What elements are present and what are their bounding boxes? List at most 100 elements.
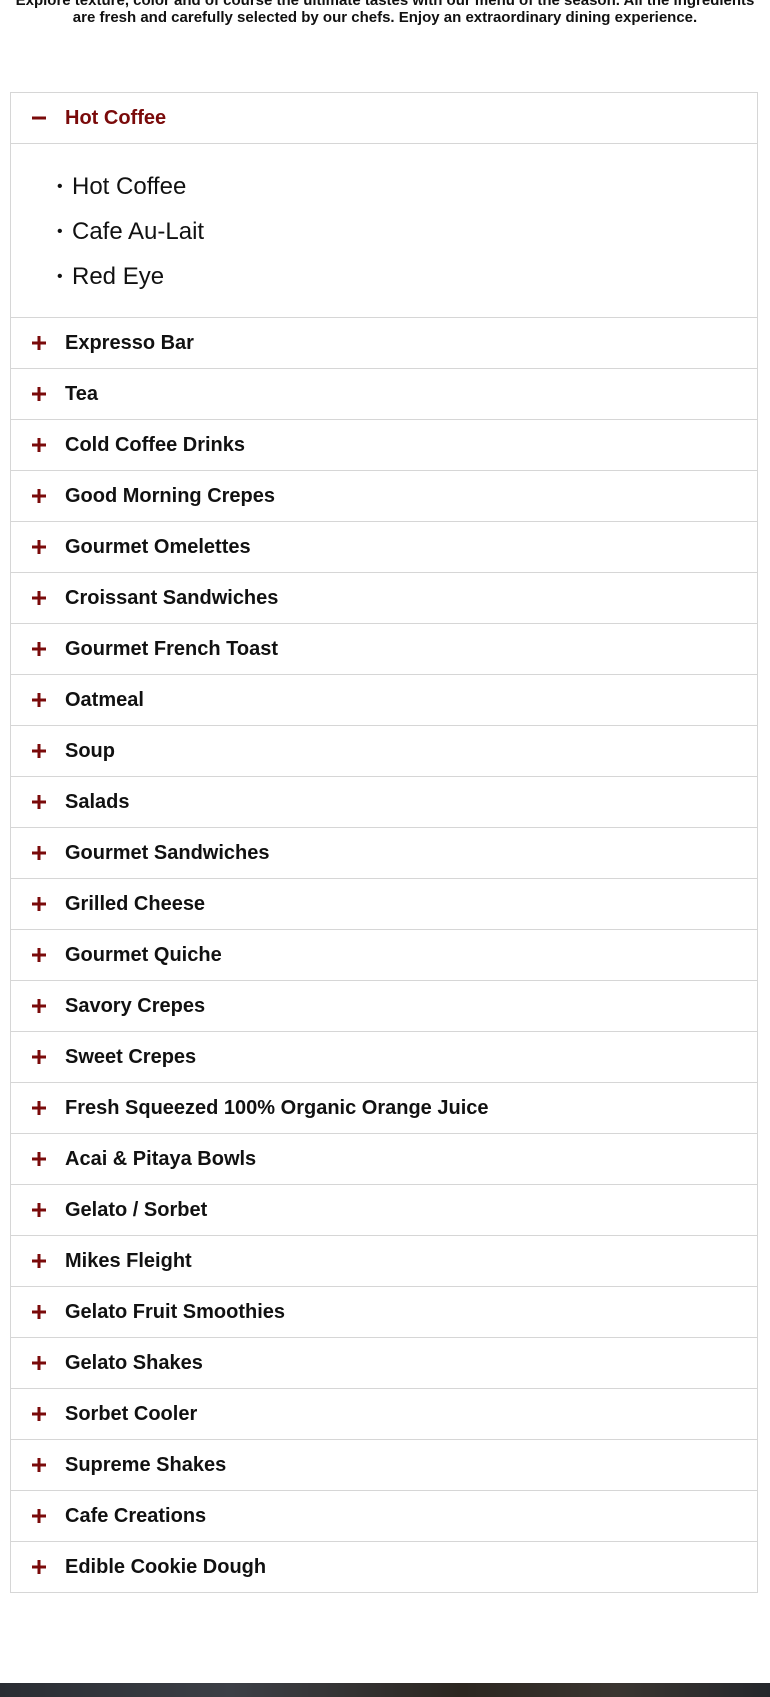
menu-accordion: Hot Coffee • Hot Coffee • Cafe Au-Lait • Re… <box>10 92 758 1593</box>
accordion-section-gourmet-sandwiches: Gourmet Sandwiches <box>11 827 757 878</box>
accordion-section-gelato-fruit-smoothies: Gelato Fruit Smoothies <box>11 1286 757 1337</box>
accordion-header-acai-pitaya-bowls[interactable]: Acai & Pitaya Bowls <box>11 1134 757 1184</box>
accordion-title: Fresh Squeezed 100% Organic Orange Juice <box>65 1096 489 1119</box>
accordion-header-salads[interactable]: Salads <box>11 777 757 827</box>
bullet-icon: • <box>57 223 63 240</box>
plus-icon <box>29 996 49 1016</box>
menu-item: • Red Eye <box>57 254 757 299</box>
accordion-section-expresso-bar: Expresso Bar <box>11 317 757 368</box>
accordion-title: Soup <box>65 739 115 762</box>
intro-line-2: are fresh and carefully selected by our … <box>72 9 698 26</box>
accordion-section-salads: Salads <box>11 776 757 827</box>
accordion-header-mikes-fleight[interactable]: Mikes Fleight <box>11 1236 757 1286</box>
accordion-title: Mikes Fleight <box>65 1249 192 1272</box>
accordion-header-cold-coffee-drinks[interactable]: Cold Coffee Drinks <box>11 420 757 470</box>
menu-item-label: Hot Coffee <box>72 173 187 200</box>
minus-icon <box>29 108 49 128</box>
accordion-title: Cold Coffee Drinks <box>65 433 246 456</box>
accordion-header-gelato-fruit-smoothies[interactable]: Gelato Fruit Smoothies <box>11 1287 757 1337</box>
accordion-header-grilled-cheese[interactable]: Grilled Cheese <box>11 879 757 929</box>
accordion-header-cafe-creations[interactable]: Cafe Creations <box>11 1491 757 1541</box>
accordion-title: Gourmet Omelettes <box>65 535 251 558</box>
accordion-header-sorbet-cooler[interactable]: Sorbet Cooler <box>11 1389 757 1439</box>
accordion-header-edible-cookie-dough[interactable]: Edible Cookie Dough <box>11 1542 757 1592</box>
accordion-title: Salads <box>65 790 130 813</box>
accordion-section-fresh-squeezed-100-organic-orange-juice: Fresh Squeezed 100% Organic Orange Juice <box>11 1082 757 1133</box>
accordion-title: Acai & Pitaya Bowls <box>65 1147 257 1170</box>
plus-icon <box>29 1404 49 1424</box>
plus-icon <box>29 894 49 914</box>
plus-icon <box>29 1047 49 1067</box>
plus-icon <box>29 1506 49 1526</box>
accordion-section-sorbet-cooler: Sorbet Cooler <box>11 1388 757 1439</box>
accordion-title: Gourmet Sandwiches <box>65 841 270 864</box>
accordion-header-savory-crepes[interactable]: Savory Crepes <box>11 981 757 1031</box>
plus-icon <box>29 1557 49 1577</box>
plus-icon <box>29 486 49 506</box>
accordion-section-gourmet-quiche: Gourmet Quiche <box>11 929 757 980</box>
accordion-header-tea[interactable]: Tea <box>11 369 757 419</box>
menu-item: • Hot Coffee <box>57 164 757 209</box>
accordion-title: Gourmet French Toast <box>65 637 278 660</box>
plus-icon <box>29 1149 49 1169</box>
accordion-title: Gourmet Quiche <box>65 943 222 966</box>
accordion-title: Good Morning Crepes <box>65 484 275 507</box>
plus-icon <box>29 333 49 353</box>
plus-icon <box>29 588 49 608</box>
plus-icon <box>29 945 49 965</box>
accordion-section-grilled-cheese: Grilled Cheese <box>11 878 757 929</box>
accordion-section-good-morning-crepes: Good Morning Crepes <box>11 470 757 521</box>
plus-icon <box>29 792 49 812</box>
accordion-header-croissant-sandwiches[interactable]: Croissant Sandwiches <box>11 573 757 623</box>
accordion-title: Savory Crepes <box>65 994 206 1017</box>
accordion-section-gourmet-french-toast: Gourmet French Toast <box>11 623 757 674</box>
accordion-section-savory-crepes: Savory Crepes <box>11 980 757 1031</box>
accordion-header-fresh-squeezed-100-organic-orange-juice[interactable]: Fresh Squeezed 100% Organic Orange Juice <box>11 1083 757 1133</box>
accordion-header-gelato-shakes[interactable]: Gelato Shakes <box>11 1338 757 1388</box>
accordion-header-supreme-shakes[interactable]: Supreme Shakes <box>11 1440 757 1490</box>
accordion-section-mikes-fleight: Mikes Fleight <box>11 1235 757 1286</box>
accordion-section-tea: Tea <box>11 368 757 419</box>
menu-item-list: • Hot Coffee • Cafe Au-Lait • Red Eye <box>11 164 757 299</box>
accordion-section-gelato-shakes: Gelato Shakes <box>11 1337 757 1388</box>
accordion-header-hot-coffee[interactable]: Hot Coffee <box>11 93 757 143</box>
accordion-header-sweet-crepes[interactable]: Sweet Crepes <box>11 1032 757 1082</box>
bullet-icon: • <box>57 178 63 195</box>
accordion-title: Croissant Sandwiches <box>65 586 279 609</box>
plus-icon <box>29 537 49 557</box>
accordion-title: Sorbet Cooler <box>65 1402 198 1425</box>
accordion-header-gelato-sorbet[interactable]: Gelato / Sorbet <box>11 1185 757 1235</box>
accordion-header-soup[interactable]: Soup <box>11 726 757 776</box>
plus-icon <box>29 384 49 404</box>
accordion-header-gourmet-sandwiches[interactable]: Gourmet Sandwiches <box>11 828 757 878</box>
accordion-title: Supreme Shakes <box>65 1453 227 1476</box>
accordion-section-acai-pitaya-bowls: Acai & Pitaya Bowls <box>11 1133 757 1184</box>
plus-icon <box>29 690 49 710</box>
plus-icon <box>29 435 49 455</box>
accordion-section-soup: Soup <box>11 725 757 776</box>
accordion-section-supreme-shakes: Supreme Shakes <box>11 1439 757 1490</box>
accordion-section-gelato-sorbet: Gelato / Sorbet <box>11 1184 757 1235</box>
footer-image-strip <box>0 1683 770 1697</box>
accordion-section-oatmeal: Oatmeal <box>11 674 757 725</box>
plus-icon <box>29 1455 49 1475</box>
accordion-header-gourmet-french-toast[interactable]: Gourmet French Toast <box>11 624 757 674</box>
accordion-section-cold-coffee-drinks: Cold Coffee Drinks <box>11 419 757 470</box>
accordion-section-sweet-crepes: Sweet Crepes <box>11 1031 757 1082</box>
intro-line-1: Explore texture, color and of course the… <box>15 0 755 9</box>
accordion-header-expresso-bar[interactable]: Expresso Bar <box>11 318 757 368</box>
accordion-title: Gelato / Sorbet <box>65 1198 208 1221</box>
accordion-panel-hot-coffee: • Hot Coffee • Cafe Au-Lait • Red Eye <box>11 143 757 317</box>
accordion-header-oatmeal[interactable]: Oatmeal <box>11 675 757 725</box>
accordion-section-edible-cookie-dough: Edible Cookie Dough <box>11 1541 757 1592</box>
menu-item-label: Red Eye <box>72 263 165 290</box>
accordion-section-cafe-creations: Cafe Creations <box>11 1490 757 1541</box>
accordion-header-good-morning-crepes[interactable]: Good Morning Crepes <box>11 471 757 521</box>
plus-icon <box>29 1353 49 1373</box>
accordion-header-gourmet-omelettes[interactable]: Gourmet Omelettes <box>11 522 757 572</box>
accordion-header-gourmet-quiche[interactable]: Gourmet Quiche <box>11 930 757 980</box>
plus-icon <box>29 1302 49 1322</box>
menu-item-label: Cafe Au-Lait <box>72 218 205 245</box>
accordion-section-gourmet-omelettes: Gourmet Omelettes <box>11 521 757 572</box>
accordion-title: Oatmeal <box>65 688 144 711</box>
